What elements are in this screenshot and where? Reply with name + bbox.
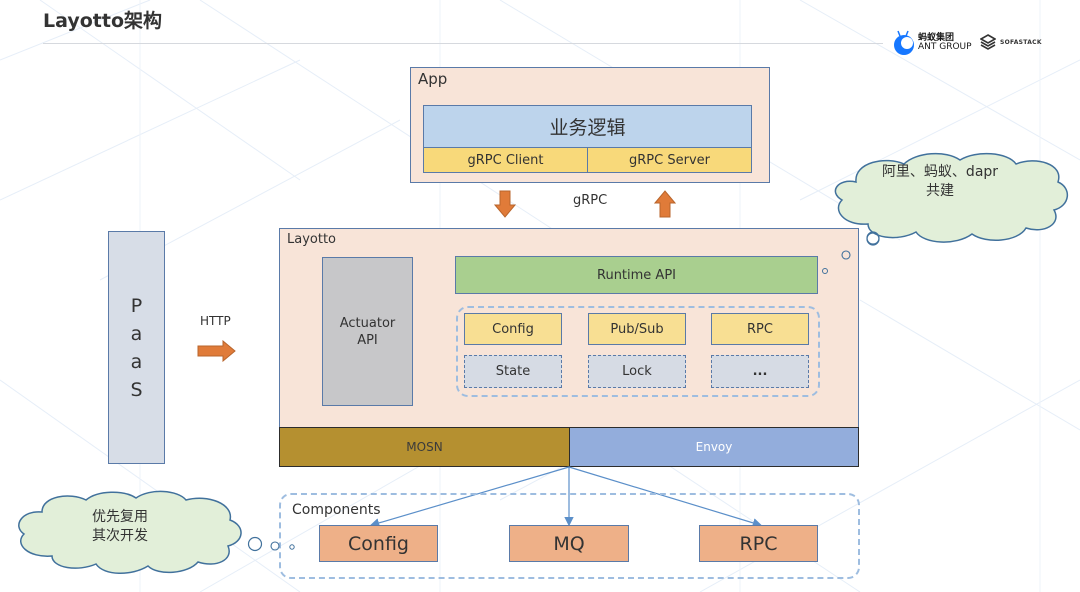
component-config: Config xyxy=(319,525,438,562)
callout-bottom-left-line2: 其次开发 xyxy=(92,528,148,544)
thought-bubble-dot-mid xyxy=(841,250,851,260)
component-mq: MQ xyxy=(509,525,629,562)
callout-top-right-line2: 共建 xyxy=(926,183,954,199)
components-label: Components xyxy=(292,502,381,518)
component-rpc: RPC xyxy=(699,525,818,562)
callout-top-right-line1: 阿里、蚂蚁、dapr xyxy=(881,164,999,180)
thought-bubble-dot-large xyxy=(866,232,880,246)
thought-bubble-dots-left xyxy=(247,536,295,552)
callout-bottom-left-line1: 优先复用 xyxy=(92,509,148,525)
callout-top-right-text: 阿里、蚂蚁、dapr 共建 xyxy=(850,163,1030,201)
thought-bubble-dots-right xyxy=(822,268,828,274)
callout-bottom-left-text: 优先复用 其次开发 xyxy=(40,508,200,546)
